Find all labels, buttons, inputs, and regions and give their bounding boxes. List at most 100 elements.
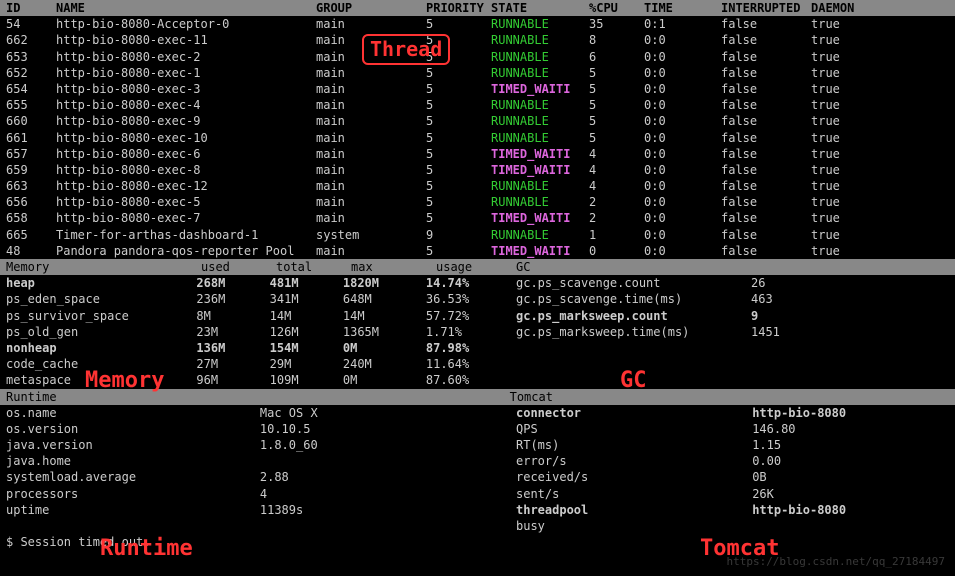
thread-state: RUNNABLE xyxy=(491,113,589,129)
thread-name: http-bio-8080-exec-7 xyxy=(56,210,316,226)
thread-row: 665Timer-for-arthas-dashboard-1system9RU… xyxy=(0,227,955,243)
gc-name: gc.ps_scavenge.time(ms) xyxy=(516,291,751,307)
thread-group: main xyxy=(316,49,426,65)
thread-daemon: true xyxy=(811,81,871,97)
tomcat-name: threadpool xyxy=(516,502,752,518)
thread-time: 0:0 xyxy=(644,97,721,113)
thread-time: 0:0 xyxy=(644,162,721,178)
mem-name: code_cache xyxy=(6,356,196,372)
tomcat-row: sent/s26K xyxy=(510,486,955,502)
mem-usage: 36.53% xyxy=(426,291,504,307)
gc-value: 9 xyxy=(751,308,851,324)
thread-time: 0:0 xyxy=(644,81,721,97)
thread-interrupted: false xyxy=(721,65,811,81)
thread-cpu: 5 xyxy=(589,81,644,97)
tomcat-value: 0.00 xyxy=(752,453,949,469)
thread-name: http-bio-8080-exec-11 xyxy=(56,32,316,48)
thread-row: 655http-bio-8080-exec-4main5RUNNABLE50:0… xyxy=(0,97,955,113)
tomcat-row: error/s0.00 xyxy=(510,453,955,469)
mem-name: nonheap xyxy=(6,340,196,356)
thread-name: http-bio-8080-exec-4 xyxy=(56,97,316,113)
gc-value: 26 xyxy=(751,275,851,291)
thread-time: 0:0 xyxy=(644,32,721,48)
thread-priority: 5 xyxy=(426,65,491,81)
thread-interrupted: false xyxy=(721,194,811,210)
memory-row: ps_survivor_space8M14M14M57.72% xyxy=(0,308,510,324)
runtime-value: 11389s xyxy=(260,502,504,518)
tomcat-value: http-bio-8080 xyxy=(752,502,949,518)
tomcat-value: 1.15 xyxy=(752,437,949,453)
thread-state: RUNNABLE xyxy=(491,65,589,81)
thread-daemon: true xyxy=(811,227,871,243)
thread-priority: 5 xyxy=(426,49,491,65)
thread-time: 0:0 xyxy=(644,49,721,65)
tomcat-row: threadpoolhttp-bio-8080 xyxy=(510,502,955,518)
mem-name: ps_survivor_space xyxy=(6,308,196,324)
mem-total: 109M xyxy=(270,372,343,388)
col-name: NAME xyxy=(56,0,316,16)
thread-interrupted: false xyxy=(721,146,811,162)
tomcat-name: sent/s xyxy=(516,486,752,502)
thread-cpu: 5 xyxy=(589,113,644,129)
thread-state: TIMED_WAITI xyxy=(491,243,589,259)
thread-daemon: true xyxy=(811,146,871,162)
runtime-row: os.version10.10.5 xyxy=(0,421,510,437)
thread-state: RUNNABLE xyxy=(491,178,589,194)
thread-daemon: true xyxy=(811,178,871,194)
thread-row: 54http-bio-8080-Acceptor-0main5RUNNABLE3… xyxy=(0,16,955,32)
thread-time: 0:0 xyxy=(644,65,721,81)
prompt-line[interactable]: $ Session timed out. xyxy=(0,534,955,550)
thread-row: 652http-bio-8080-exec-1main5RUNNABLE50:0… xyxy=(0,65,955,81)
thread-daemon: true xyxy=(811,113,871,129)
thread-priority: 5 xyxy=(426,210,491,226)
tomcat-name: received/s xyxy=(516,469,752,485)
thread-state: RUNNABLE xyxy=(491,227,589,243)
runtime-value: Mac OS X xyxy=(260,405,504,421)
thread-daemon: true xyxy=(811,49,871,65)
mem-max: 240M xyxy=(343,356,426,372)
runtime-value: 10.10.5 xyxy=(260,421,504,437)
tomcat-value: 26K xyxy=(752,486,949,502)
thread-interrupted: false xyxy=(721,32,811,48)
mem-max: 14M xyxy=(343,308,426,324)
runtime-title: Runtime xyxy=(6,389,510,405)
runtime-row: java.home xyxy=(0,453,510,469)
thread-id: 657 xyxy=(6,146,56,162)
mem-total: 14M xyxy=(270,308,343,324)
mem-max: 0M xyxy=(343,340,426,356)
thread-daemon: true xyxy=(811,97,871,113)
thread-id: 663 xyxy=(6,178,56,194)
mem-max: 1820M xyxy=(343,275,426,291)
gc-row: gc.ps_marksweep.time(ms)1451 xyxy=(510,324,955,340)
thread-interrupted: false xyxy=(721,243,811,259)
thread-group: main xyxy=(316,130,426,146)
thread-group: main xyxy=(316,32,426,48)
mem-used: 96M xyxy=(196,372,269,388)
thread-row: 653http-bio-8080-exec-2main5RUNNABLE60:0… xyxy=(0,49,955,65)
thread-id: 656 xyxy=(6,194,56,210)
thread-row: 658http-bio-8080-exec-7main5TIMED_WAITI2… xyxy=(0,210,955,226)
thread-interrupted: false xyxy=(721,178,811,194)
thread-cpu: 8 xyxy=(589,32,644,48)
mem-total: 29M xyxy=(270,356,343,372)
thread-cpu: 1 xyxy=(589,227,644,243)
thread-id: 655 xyxy=(6,97,56,113)
thread-id: 660 xyxy=(6,113,56,129)
runtime-row: processors4 xyxy=(0,486,510,502)
memory-gc-section: heap268M481M1820M14.74%ps_eden_space236M… xyxy=(0,275,955,388)
thread-state: RUNNABLE xyxy=(491,130,589,146)
tomcat-row: connectorhttp-bio-8080 xyxy=(510,405,955,421)
runtime-name: java.home xyxy=(6,453,260,469)
mem-usage: 14.74% xyxy=(426,275,504,291)
mem-max-hdr: max xyxy=(351,259,436,275)
col-group: GROUP xyxy=(316,0,426,16)
thread-row: 48Pandora pandora-qos-reporter Poolmain5… xyxy=(0,243,955,259)
thread-name: http-bio-8080-exec-9 xyxy=(56,113,316,129)
gc-row: gc.ps_marksweep.count9 xyxy=(510,308,955,324)
tomcat-name: connector xyxy=(516,405,752,421)
thread-priority: 5 xyxy=(426,243,491,259)
thread-state: RUNNABLE xyxy=(491,32,589,48)
mem-used: 8M xyxy=(196,308,269,324)
thread-row: 656http-bio-8080-exec-5main5RUNNABLE20:0… xyxy=(0,194,955,210)
tomcat-value xyxy=(752,518,949,534)
